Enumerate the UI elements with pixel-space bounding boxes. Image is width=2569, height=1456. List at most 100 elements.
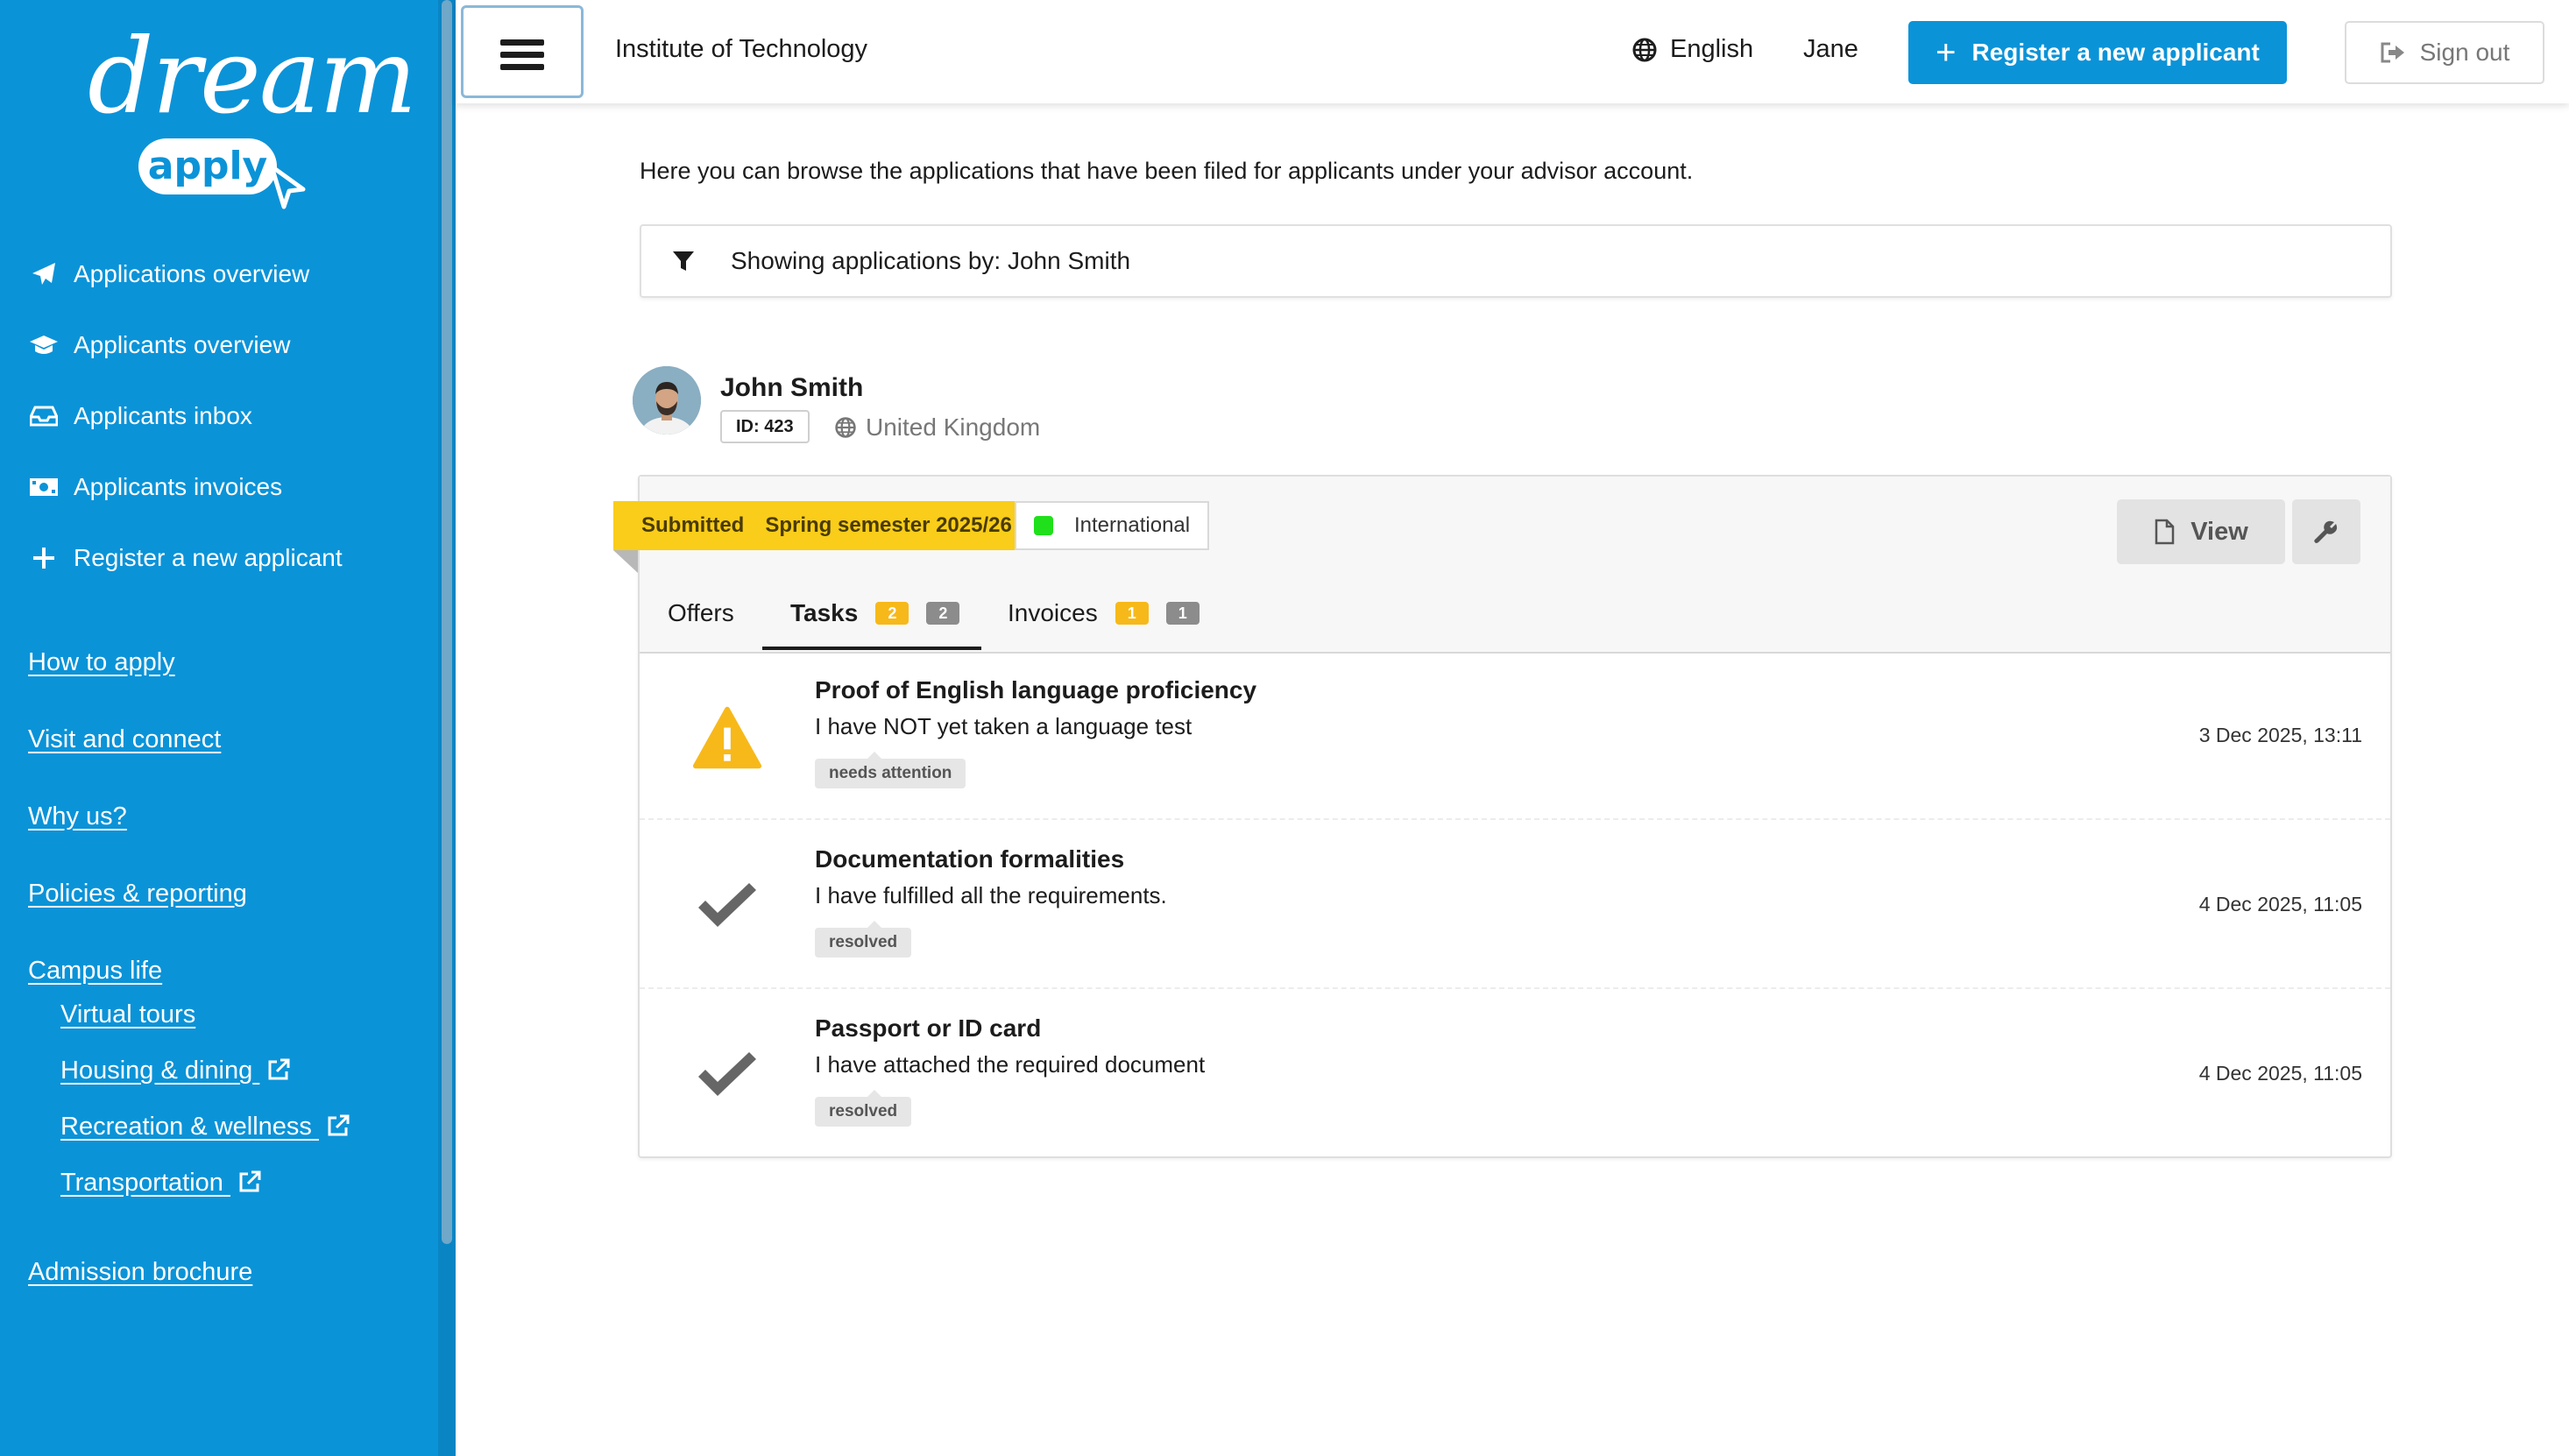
attention-count-badge: 2 bbox=[875, 602, 909, 625]
language-selector[interactable]: English bbox=[1631, 35, 1753, 64]
sidebar-item-applicants-invoices[interactable]: Applicants invoices bbox=[28, 451, 343, 522]
sidebar-item-label: Applicants inbox bbox=[74, 401, 252, 429]
link-campus-life[interactable]: Campus life bbox=[28, 950, 350, 993]
hamburger-line bbox=[500, 64, 544, 70]
total-count-badge: 1 bbox=[1165, 602, 1200, 625]
link-why-us[interactable]: Why us? bbox=[28, 795, 350, 873]
task-description: I have NOT yet taken a language test bbox=[815, 713, 1192, 739]
filter-bar[interactable]: Showing applications by: John Smith bbox=[640, 224, 2392, 298]
sidebar-item-label: Applicants overview bbox=[74, 330, 291, 358]
sidebar-item-applicants-inbox[interactable]: Applicants inbox bbox=[28, 380, 343, 451]
tab-invoices[interactable]: Invoices 1 1 bbox=[1008, 599, 1200, 627]
scrollbar-thumb[interactable] bbox=[442, 0, 452, 1244]
dreamapply-logo[interactable]: dream apply bbox=[88, 16, 417, 209]
tools-button[interactable] bbox=[2292, 499, 2360, 564]
language-label: English bbox=[1670, 35, 1754, 63]
link-admission-brochure[interactable]: Admission brochure bbox=[28, 1251, 350, 1328]
tab-label: Offers bbox=[668, 599, 734, 626]
applicant-country: United Kingdom bbox=[834, 413, 1040, 442]
task-row[interactable]: Documentation formalities I have fulfill… bbox=[640, 821, 2390, 989]
sidebar-nav: Applications overview Applicants overvie… bbox=[28, 238, 343, 593]
task-date: 4 Dec 2025, 11:05 bbox=[2198, 893, 2362, 915]
status-ribbon-fold bbox=[613, 550, 638, 573]
external-link-icon bbox=[239, 1170, 261, 1192]
logo-word: dream bbox=[88, 16, 417, 137]
attention-count-badge: 1 bbox=[1115, 602, 1149, 625]
avatar[interactable] bbox=[633, 366, 701, 435]
sidebar-links: How to apply Visit and connect Why us? P… bbox=[28, 641, 350, 1328]
link-label: Transportation bbox=[60, 1169, 223, 1197]
applicant-name[interactable]: John Smith bbox=[720, 373, 863, 403]
link-label: Recreation & wellness bbox=[60, 1113, 312, 1141]
globe-icon bbox=[1632, 38, 1657, 61]
link-recreation-wellness[interactable]: Recreation & wellness bbox=[60, 1106, 350, 1162]
user-menu[interactable]: Jane bbox=[1803, 35, 1858, 64]
intro-text: Here you can browse the applications tha… bbox=[640, 158, 1694, 184]
check-icon bbox=[692, 1041, 762, 1111]
filter-icon bbox=[673, 251, 694, 271]
link-transportation[interactable]: Transportation bbox=[60, 1162, 350, 1251]
register-button-label: Register a new applicant bbox=[1971, 39, 2260, 66]
filter-text: Showing applications by: John Smith bbox=[731, 247, 1131, 274]
wrench-icon bbox=[2314, 520, 2338, 543]
hamburger-line bbox=[500, 39, 544, 46]
task-date: 4 Dec 2025, 11:05 bbox=[2198, 1062, 2362, 1085]
menu-toggle-button[interactable] bbox=[461, 5, 584, 98]
link-virtual-tours[interactable]: Virtual tours bbox=[60, 993, 350, 1050]
status-badge: Submitted Spring semester 2025/26 bbox=[613, 501, 1031, 550]
country-label: United Kingdom bbox=[866, 413, 1041, 441]
sidebar: dream apply Applications overview Applic… bbox=[0, 0, 438, 1456]
total-count-badge: 2 bbox=[926, 602, 960, 625]
file-icon bbox=[2155, 519, 2175, 545]
applicant-type-badge: International bbox=[1015, 501, 1210, 550]
sidebar-item-label: Applications overview bbox=[74, 259, 310, 287]
applicant-id-badge: ID: 423 bbox=[720, 410, 810, 443]
check-icon bbox=[692, 872, 762, 942]
view-button[interactable]: View bbox=[2117, 499, 2285, 564]
link-policies-reporting[interactable]: Policies & reporting bbox=[28, 873, 350, 950]
tab-label: Invoices bbox=[1008, 599, 1098, 626]
money-bill-icon bbox=[28, 471, 60, 503]
graduation-cap-icon bbox=[28, 329, 60, 361]
task-row[interactable]: Proof of English language proficiency I … bbox=[640, 652, 2390, 820]
external-link-icon bbox=[328, 1114, 350, 1136]
logo-cursor-icon bbox=[269, 164, 306, 209]
link-visit-and-connect[interactable]: Visit and connect bbox=[28, 718, 350, 795]
sidebar-item-applicants-overview[interactable]: Applicants overview bbox=[28, 309, 343, 380]
type-color-dot bbox=[1034, 516, 1053, 535]
paper-plane-icon bbox=[28, 258, 60, 290]
task-description: I have fulfilled all the requirements. bbox=[815, 882, 1167, 908]
tab-tasks[interactable]: Tasks 2 2 bbox=[790, 599, 960, 627]
status-label: Submitted bbox=[641, 513, 745, 537]
sidebar-item-label: Register a new applicant bbox=[74, 543, 343, 571]
type-label: International bbox=[1074, 513, 1191, 537]
logo-pill: apply bbox=[138, 138, 277, 194]
link-how-to-apply[interactable]: How to apply bbox=[28, 641, 350, 718]
sign-out-button[interactable]: Sign out bbox=[2345, 21, 2544, 84]
task-state-badge: resolved bbox=[815, 1090, 912, 1127]
tab-label: Tasks bbox=[790, 599, 859, 626]
plus-icon bbox=[28, 542, 60, 574]
link-housing-dining[interactable]: Housing & dining bbox=[60, 1050, 350, 1106]
task-date: 3 Dec 2025, 13:11 bbox=[2198, 724, 2362, 746]
globe-icon bbox=[835, 417, 856, 438]
sidebar-item-applications-overview[interactable]: Applications overview bbox=[28, 238, 343, 309]
external-link-icon bbox=[268, 1058, 290, 1080]
task-state-badge: resolved bbox=[815, 921, 912, 958]
task-title: Documentation formalities bbox=[815, 845, 1125, 873]
link-label: Housing & dining bbox=[60, 1057, 253, 1085]
task-description: I have attached the required document bbox=[815, 1051, 1206, 1078]
register-applicant-button[interactable]: + Register a new applicant bbox=[1908, 21, 2287, 84]
inbox-icon bbox=[28, 400, 60, 432]
sidebar-scrollbar[interactable] bbox=[438, 0, 456, 1456]
sidebar-item-register-applicant[interactable]: Register a new applicant bbox=[28, 522, 343, 593]
task-title: Proof of English language proficiency bbox=[815, 676, 1257, 703]
active-tab-indicator bbox=[762, 647, 981, 650]
warning-icon bbox=[692, 703, 762, 773]
task-state-badge: needs attention bbox=[815, 752, 966, 788]
task-row[interactable]: Passport or ID card I have attached the … bbox=[640, 990, 2390, 1158]
plus-icon: + bbox=[1936, 32, 1957, 72]
institute-name: Institute of Technology bbox=[615, 35, 868, 63]
tab-offers[interactable]: Offers bbox=[668, 599, 734, 627]
task-title: Passport or ID card bbox=[815, 1014, 1042, 1042]
